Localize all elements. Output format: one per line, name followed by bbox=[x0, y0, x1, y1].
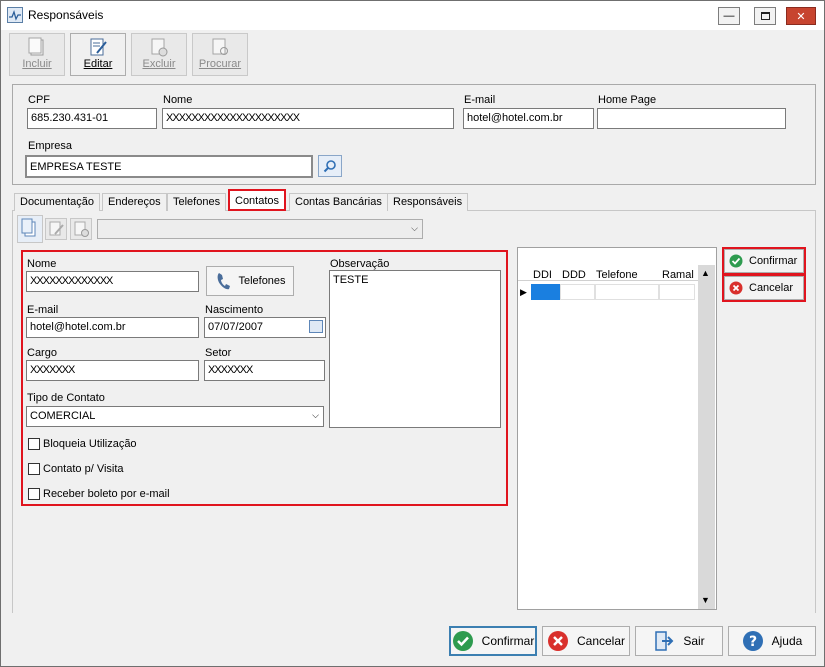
scroll-up-icon[interactable]: ▲ bbox=[701, 268, 710, 278]
contact-nome-field[interactable]: XXXXXXXXXXXXX bbox=[26, 271, 199, 292]
new-document-icon bbox=[21, 218, 36, 237]
confirmar-button[interactable]: Confirmar bbox=[449, 626, 537, 656]
check-icon bbox=[729, 254, 743, 268]
svg-text:?: ? bbox=[749, 634, 757, 650]
maximize-button[interactable] bbox=[754, 7, 776, 25]
bloqueia-label: Bloqueia Utilização bbox=[43, 438, 137, 450]
tab-telefones[interactable]: Telefones bbox=[167, 193, 227, 211]
phone-icon bbox=[218, 273, 231, 290]
cpf-label: CPF bbox=[28, 94, 50, 106]
sair-button[interactable]: Sair bbox=[635, 626, 723, 656]
new-document-icon bbox=[28, 37, 44, 56]
editar-button[interactable]: Editar bbox=[70, 33, 126, 76]
email-label: E-mail bbox=[464, 94, 496, 106]
help-icon: ? bbox=[742, 631, 763, 651]
tipo-contato-select[interactable]: COMERCIAL ⌵ bbox=[26, 406, 324, 427]
tab-contatos[interactable]: Contatos bbox=[228, 189, 287, 211]
maximize-icon bbox=[760, 12, 770, 20]
delete-document-icon bbox=[74, 221, 89, 237]
setor-field[interactable]: XXXXXXX bbox=[204, 360, 325, 381]
close-button[interactable]: ✕ bbox=[786, 7, 816, 25]
boleto-checkbox[interactable] bbox=[28, 488, 40, 500]
empresa-field[interactable]: EMPRESA TESTE bbox=[25, 155, 313, 178]
visita-label: Contato p/ Visita bbox=[43, 463, 124, 475]
grid-cell-ddd[interactable] bbox=[560, 284, 595, 300]
email-field[interactable]: hotel@hotel.com.br bbox=[463, 108, 594, 129]
side-cancelar-button[interactable]: Cancelar bbox=[724, 276, 804, 300]
side-confirmar-button[interactable]: Confirmar bbox=[724, 249, 804, 273]
cpf-field[interactable]: 685.230.431-01 bbox=[27, 108, 157, 129]
observacao-field[interactable]: TESTE bbox=[329, 270, 501, 428]
search-icon bbox=[323, 160, 336, 173]
tab-documentacao[interactable]: Documentação bbox=[14, 193, 100, 211]
nome-label: Nome bbox=[163, 94, 193, 106]
contact-nome-label: Nome bbox=[27, 258, 57, 270]
check-icon bbox=[452, 631, 473, 651]
empresa-label: Empresa bbox=[28, 140, 73, 152]
tab-responsaveis[interactable]: Responsáveis bbox=[387, 193, 469, 211]
col-ramal: Ramal bbox=[662, 269, 694, 281]
calendar-icon[interactable] bbox=[309, 320, 323, 333]
tipo-contato-label: Tipo de Contato bbox=[27, 392, 105, 404]
chevron-down-icon: ⌵ bbox=[312, 410, 319, 420]
homepage-field[interactable] bbox=[597, 108, 786, 129]
minimize-icon: — bbox=[723, 10, 735, 22]
search-document-icon bbox=[212, 38, 228, 55]
phone-grid bbox=[517, 247, 717, 610]
contact-select[interactable]: ⌵ bbox=[97, 219, 423, 239]
cargo-label: Cargo bbox=[27, 347, 57, 359]
homepage-label: Home Page bbox=[598, 94, 657, 106]
grid-cell-ramal[interactable] bbox=[659, 284, 695, 300]
telefones-button[interactable]: Telefones bbox=[206, 266, 294, 296]
boleto-label: Receber boleto por e-mail bbox=[43, 488, 170, 500]
contact-email-label: E-mail bbox=[27, 304, 59, 316]
bloqueia-checkbox[interactable] bbox=[28, 438, 40, 450]
grid-scrollbar[interactable] bbox=[698, 265, 715, 609]
col-telefone: Telefone bbox=[596, 269, 638, 281]
setor-label: Setor bbox=[205, 347, 232, 359]
scroll-down-icon[interactable]: ▼ bbox=[701, 595, 710, 605]
add-contact-button[interactable] bbox=[17, 215, 43, 243]
edit-contact-button[interactable] bbox=[45, 218, 67, 240]
title-bar bbox=[0, 0, 825, 30]
visita-checkbox[interactable] bbox=[28, 463, 40, 475]
delete-document-icon bbox=[151, 38, 168, 57]
minimize-button[interactable]: — bbox=[718, 7, 740, 25]
col-ddd: DDD bbox=[562, 269, 586, 281]
tab-enderecos[interactable]: Endereços bbox=[102, 193, 167, 211]
close-icon: ✕ bbox=[796, 10, 806, 23]
window-title: Responsáveis bbox=[28, 8, 104, 22]
exit-door-icon bbox=[655, 631, 674, 651]
cargo-field[interactable]: XXXXXXX bbox=[26, 360, 199, 381]
cancel-icon bbox=[547, 631, 568, 651]
nascimento-field[interactable]: 07/07/2007 bbox=[204, 317, 326, 338]
grid-cell-ddi[interactable] bbox=[531, 284, 560, 300]
cancelar-button[interactable]: Cancelar bbox=[542, 626, 630, 656]
observacao-label: Observação bbox=[330, 258, 390, 270]
delete-contact-button[interactable] bbox=[70, 218, 92, 240]
app-icon bbox=[7, 7, 23, 23]
grid-cell-telefone[interactable] bbox=[595, 284, 659, 300]
nascimento-label: Nascimento bbox=[205, 304, 264, 316]
nome-field[interactable]: XXXXXXXXXXXXXXXXXXXXX bbox=[162, 108, 454, 129]
edit-document-icon bbox=[90, 38, 107, 56]
excluir-button[interactable]: Excluir bbox=[131, 33, 187, 76]
contact-email-field[interactable]: hotel@hotel.com.br bbox=[26, 317, 199, 338]
ajuda-button[interactable]: ? Ajuda bbox=[728, 626, 816, 656]
chevron-down-icon: ⌵ bbox=[411, 223, 418, 233]
procurar-button[interactable]: Procurar bbox=[192, 33, 248, 76]
incluir-button[interactable]: Incluir bbox=[9, 33, 65, 76]
row-indicator-icon: ▶ bbox=[520, 287, 527, 297]
col-ddi: DDI bbox=[533, 269, 552, 281]
edit-document-icon bbox=[49, 221, 64, 236]
cancel-icon bbox=[729, 281, 743, 295]
empresa-search-button[interactable] bbox=[318, 155, 342, 177]
tab-contas-bancarias[interactable]: Contas Bancárias bbox=[289, 193, 388, 211]
